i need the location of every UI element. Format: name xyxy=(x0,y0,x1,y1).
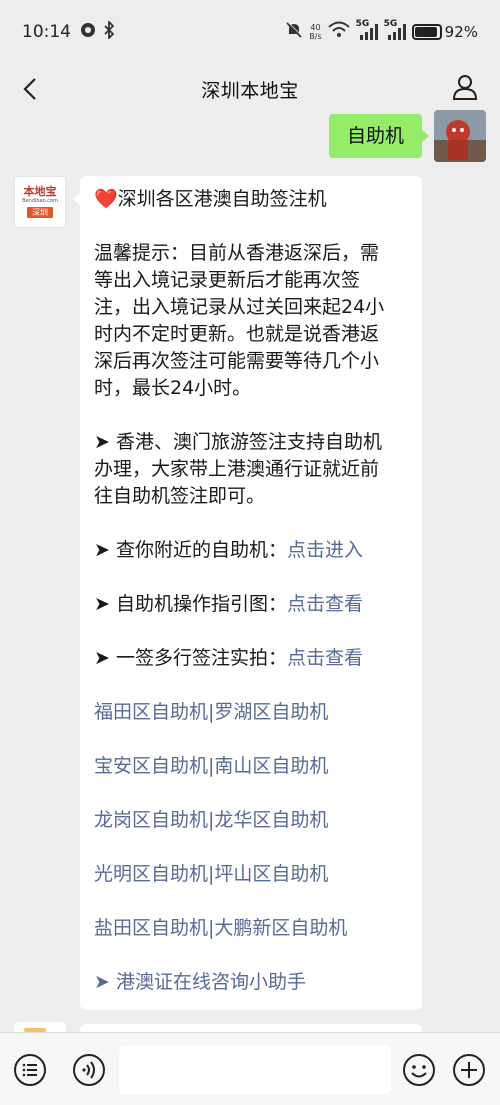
cellular-signal-1-icon: 5G xyxy=(356,19,378,41)
notice-paragraph: 温馨提示：目前从香港返深后，需 等出入境记录更新后才能再次签 注，出入境记录从过… xyxy=(94,240,408,402)
travel-paragraph: ➤ 香港、澳门旅游签注支持自助机 办理，大家带上港澳通行证就近前 往自助机签注即… xyxy=(94,429,408,510)
reply-heading-text: 深圳各区港澳自助签注机 xyxy=(117,188,327,210)
status-bar: 10:14 40 B/s 5G 5G 92% xyxy=(0,0,500,64)
cellular-signal-2-icon: 5G xyxy=(384,19,406,41)
avatar-logo-sub: Bendibao.com xyxy=(22,198,58,204)
travel-line: ➤ 香港、澳门旅游签注支持自助机 xyxy=(94,431,382,453)
guide-row: ➤ 自助机操作指引图：点击查看 xyxy=(94,591,408,618)
network-speed-value: 40 xyxy=(310,23,321,32)
notification-dot-icon xyxy=(79,21,97,44)
battery-percent: 92% xyxy=(444,23,478,41)
voice-button[interactable] xyxy=(71,1052,107,1088)
district-link-guangming-pingshan[interactable]: 光明区自助机|坪山区自助机 xyxy=(94,861,408,888)
nearby-machine-row: ➤ 查你附近的自助机：点击进入 xyxy=(94,537,408,564)
network-speed: 40 B/s xyxy=(309,23,321,41)
network-speed-unit: B/s xyxy=(309,32,322,41)
more-button[interactable] xyxy=(451,1052,487,1088)
multi-visa-link[interactable]: 点击查看 xyxy=(287,647,363,669)
travel-line: 往自助机签注即可。 xyxy=(94,485,266,507)
menu-list-icon xyxy=(14,1054,46,1086)
reply-heading: ❤️深圳各区港澳自助签注机 xyxy=(94,186,408,213)
person-icon xyxy=(452,75,478,100)
notice-line: 温馨提示：目前从香港返深后，需 xyxy=(94,242,380,264)
wifi-icon xyxy=(327,21,350,44)
chat-header: 深圳本地宝 xyxy=(0,64,500,114)
status-right: 40 B/s 5G 5G 92% xyxy=(285,19,478,44)
guide-link[interactable]: 点击查看 xyxy=(287,593,363,615)
avatar-photo xyxy=(434,110,486,162)
my-avatar[interactable] xyxy=(434,110,486,162)
chevron-left-icon xyxy=(23,78,36,100)
voice-icon xyxy=(73,1054,105,1086)
nearby-link[interactable]: 点击进入 xyxy=(287,539,363,561)
avatar-logo-text: 本地宝 xyxy=(23,185,57,198)
profile-button[interactable] xyxy=(448,70,482,104)
battery-fill xyxy=(414,27,437,37)
district-link-yantian-dapeng[interactable]: 盐田区自助机|大鹏新区自助机 xyxy=(94,915,408,942)
multi-visa-label: ➤ 一签多行签注实拍： xyxy=(94,647,287,669)
message-input[interactable] xyxy=(119,1046,391,1094)
avatar-logo-city: 深圳 xyxy=(27,207,53,218)
sent-message-bubble[interactable]: 自助机 xyxy=(328,114,430,158)
emoji-icon xyxy=(403,1054,435,1086)
district-link-futian-luohu[interactable]: 福田区自助机|罗湖区自助机 xyxy=(94,699,408,726)
emoji-button[interactable] xyxy=(401,1052,437,1088)
travel-line: 办理，大家带上港澳通行证就近前 xyxy=(94,458,380,480)
nearby-label: ➤ 查你附近的自助机： xyxy=(94,539,287,561)
notice-line: 等出入境记录更新后才能再次签 xyxy=(94,269,361,291)
guide-label: ➤ 自助机操作指引图： xyxy=(94,593,287,615)
chat-title: 深圳本地宝 xyxy=(201,79,299,102)
bot-avatar[interactable]: 本地宝 Bendibao.com 深圳 xyxy=(14,176,66,228)
heart-icon: ❤️ xyxy=(94,188,118,210)
back-button[interactable] xyxy=(14,72,48,106)
status-left-icons xyxy=(79,19,115,44)
district-link-baoan-nanshan[interactable]: 宝安区自助机|南山区自助机 xyxy=(94,753,408,780)
notice-line: 深后再次签注可能需要等待几个小 xyxy=(94,350,380,372)
notice-line: 注，出入境记录从过关回来起24小 xyxy=(94,296,385,318)
status-time: 10:14 xyxy=(22,22,71,42)
battery-icon xyxy=(411,24,442,40)
notice-line: 时，最长24小时。 xyxy=(94,377,252,399)
chat-input-bar xyxy=(0,1032,500,1105)
bluetooth-icon xyxy=(103,19,115,44)
plus-circle-icon xyxy=(453,1054,485,1086)
multi-visa-row: ➤ 一签多行签注实拍：点击查看 xyxy=(94,645,408,672)
assistant-link[interactable]: ➤ 港澳证在线咨询小助手 xyxy=(94,969,408,996)
reply-message-bubble: ❤️深圳各区港澳自助签注机 温馨提示：目前从香港返深后，需 等出入境记录更新后才… xyxy=(73,176,422,1010)
mute-bell-icon xyxy=(285,21,303,44)
menu-button[interactable] xyxy=(12,1052,48,1088)
sent-message-text: 自助机 xyxy=(346,125,404,147)
district-link-longgang-longhua[interactable]: 龙岗区自助机|龙华区自助机 xyxy=(94,807,408,834)
notice-line: 时内不定时更新。也就是说香港返 xyxy=(94,323,380,345)
battery-indicator: 92% xyxy=(411,23,478,41)
